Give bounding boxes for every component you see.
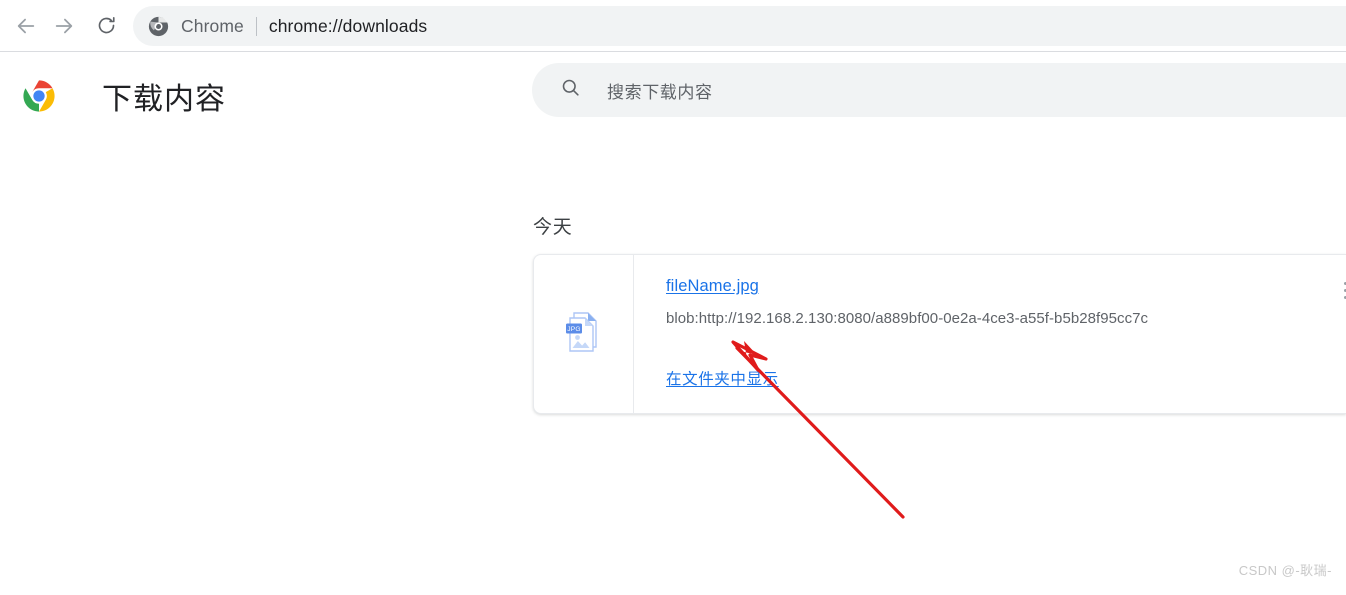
search-icon — [560, 77, 581, 103]
jpg-file-icon: JPG — [564, 309, 604, 360]
search-downloads-field[interactable]: 搜索下载内容 — [532, 63, 1346, 117]
back-button[interactable] — [7, 7, 45, 45]
omnibox-separator — [255, 16, 257, 36]
arrow-left-icon — [15, 15, 37, 37]
search-input-placeholder: 搜索下载内容 — [607, 82, 713, 102]
forward-button[interactable] — [45, 7, 83, 45]
arrow-right-icon — [53, 15, 75, 37]
downloads-page: 下载内容 搜索下载内容 今天 JPG fileName.jpg blob:htt… — [0, 52, 1346, 595]
download-item-details: fileName.jpg blob:http://192.168.2.130:8… — [634, 255, 1346, 413]
chrome-logo — [22, 79, 56, 113]
download-item-card[interactable]: JPG fileName.jpg blob:http://192.168.2.1… — [533, 254, 1346, 414]
download-source-url: blob:http://192.168.2.130:8080/a889bf00-… — [666, 310, 1149, 327]
reload-icon — [96, 15, 117, 36]
address-bar[interactable]: Chrome chrome://downloads — [133, 6, 1346, 46]
chrome-favicon — [147, 15, 169, 37]
downloads-group-label: 今天 — [533, 217, 573, 238]
omnibox-url-text: chrome://downloads — [268, 15, 428, 36]
page-header: 下载内容 — [22, 74, 226, 118]
reload-button[interactable] — [87, 7, 125, 45]
show-in-folder-link[interactable]: 在文件夹中显示 — [666, 367, 779, 389]
page-title: 下载内容 — [102, 83, 226, 116]
omnibox-scheme-label: Chrome — [181, 15, 244, 36]
svg-text:JPG: JPG — [567, 326, 580, 333]
download-file-name-link[interactable]: fileName.jpg — [666, 277, 759, 296]
watermark-text: CSDN @-耿瑞- — [1238, 563, 1332, 578]
more-vertical-icon[interactable] — [1338, 282, 1346, 299]
download-file-icon-cell: JPG — [534, 255, 634, 413]
